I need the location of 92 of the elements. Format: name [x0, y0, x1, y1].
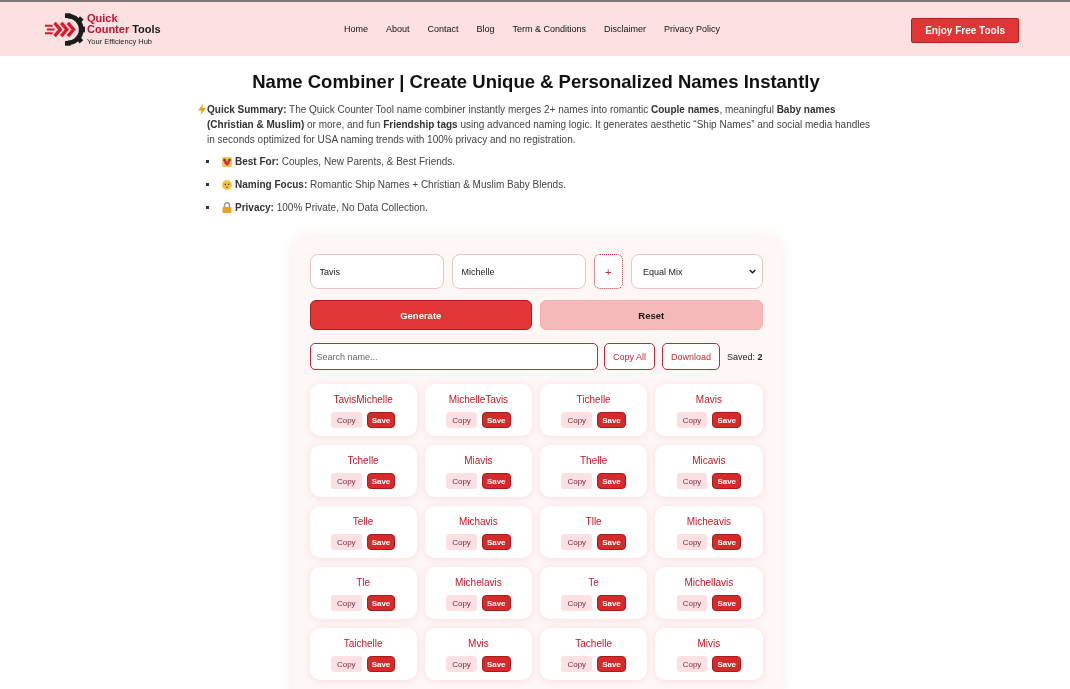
- copy-button[interactable]: Copy: [330, 534, 362, 550]
- mix-select[interactable]: Equal Mix: [630, 254, 763, 289]
- copy-button[interactable]: Copy: [676, 412, 708, 428]
- result-name: MichelleTavis: [448, 394, 509, 406]
- copy-button[interactable]: Copy: [330, 473, 362, 489]
- result-name: Miavis: [464, 455, 493, 467]
- save-button[interactable]: Save: [481, 595, 511, 611]
- result-name: Thelle: [580, 455, 608, 467]
- bullet-icon: [206, 160, 209, 163]
- brand-name: Quick Counter Tools: [87, 12, 161, 36]
- result-name: Taichelle: [343, 638, 383, 650]
- copy-button[interactable]: Copy: [446, 473, 477, 489]
- save-button[interactable]: Save: [481, 656, 511, 672]
- copy-button[interactable]: Copy: [561, 534, 593, 550]
- nav-link[interactable]: Privacy Policy: [664, 24, 721, 34]
- save-button[interactable]: Save: [366, 534, 396, 550]
- saved-count: Saved: 2: [726, 351, 763, 362]
- summary-text: Quick Summary: The Quick Counter Tool name combiner instantly merges 2+ names into romantic Couple names, meaningful Baby names (Christian & Muslim) or more, and fun Friendship tags using advanced naming logic. It generates aesthetic “Ship Names” and social media handles in seconds optimized for USA naming trends with 100% privacy and no registration.: [207, 103, 872, 147]
- copy-button[interactable]: Copy: [676, 595, 708, 611]
- save-button[interactable]: Save: [597, 656, 626, 672]
- nav-link[interactable]: Disclaimer: [604, 24, 647, 34]
- result-name: Michellavis: [684, 577, 734, 589]
- name-input[interactable]: Tavis: [309, 254, 444, 289]
- copy-button[interactable]: Copy: [330, 656, 362, 672]
- bullet-icon: [206, 183, 209, 186]
- copy-button[interactable]: Copy: [561, 656, 593, 672]
- copy-button[interactable]: Copy: [330, 412, 362, 428]
- result-name: Te: [588, 577, 599, 589]
- result-name: Micavis: [692, 455, 726, 467]
- result-name: Tchelle: [347, 455, 379, 467]
- name-input[interactable]: Michelle: [451, 254, 586, 289]
- copy-button[interactable]: Copy: [561, 595, 593, 611]
- save-button[interactable]: Save: [597, 595, 626, 611]
- nav-link[interactable]: About: [385, 24, 410, 34]
- generate-button[interactable]: Generate: [309, 300, 532, 330]
- copy-button[interactable]: Copy: [446, 656, 477, 672]
- copy-button[interactable]: Copy: [561, 473, 593, 489]
- save-button[interactable]: Save: [712, 656, 742, 672]
- copy-button[interactable]: Copy: [676, 534, 708, 550]
- copy-button[interactable]: Copy: [446, 534, 477, 550]
- result-name: Telle: [352, 516, 374, 528]
- nav-link[interactable]: Contact: [427, 24, 459, 34]
- add-name-button[interactable]: +: [593, 254, 623, 289]
- nav-link[interactable]: Blog: [476, 24, 495, 34]
- logo-icon: [45, 12, 85, 46]
- save-button[interactable]: Save: [481, 534, 511, 550]
- result-name: TavisMichelle: [333, 394, 393, 406]
- save-button[interactable]: Save: [481, 473, 511, 489]
- copy-all-button[interactable]: Copy All: [603, 343, 655, 370]
- reset-button[interactable]: Reset: [540, 300, 763, 330]
- search-field[interactable]: Search name...: [309, 343, 598, 370]
- cta-button[interactable]: Enjoy Free Tools: [911, 17, 1019, 43]
- save-button[interactable]: Save: [366, 656, 396, 672]
- face-icon: [222, 179, 232, 190]
- save-button[interactable]: Save: [712, 473, 742, 489]
- save-button[interactable]: Save: [597, 412, 626, 428]
- nav-link[interactable]: Term & Conditions: [512, 24, 587, 34]
- save-button[interactable]: Save: [366, 412, 396, 428]
- highlight-text: Privacy: 100% Private, No Data Collection.: [235, 202, 428, 213]
- result-name: Michelavis: [455, 577, 502, 589]
- chevron-down-icon: [748, 269, 756, 274]
- nav-link[interactable]: Home: [343, 24, 368, 34]
- highlight-text: Best For: Couples, New Parents, & Best Friends.: [235, 156, 456, 167]
- save-button[interactable]: Save: [712, 595, 742, 611]
- save-button[interactable]: Save: [712, 534, 742, 550]
- copy-button[interactable]: Copy: [561, 412, 593, 428]
- page-title: Name Combiner | Create Unique & Personalized Names Instantly: [251, 71, 821, 93]
- bullet-icon: [206, 206, 209, 209]
- save-button[interactable]: Save: [366, 595, 396, 611]
- save-button[interactable]: Save: [597, 473, 626, 489]
- result-name: Tichelle: [576, 394, 611, 406]
- lock-icon: [222, 202, 232, 213]
- result-name: Tlle: [585, 516, 602, 528]
- result-name: Mavis: [695, 394, 722, 406]
- result-name: Michavis: [458, 516, 498, 528]
- result-name: Micheavis: [686, 516, 732, 528]
- copy-button[interactable]: Copy: [446, 595, 477, 611]
- copy-button[interactable]: Copy: [330, 595, 362, 611]
- result-name: Mivis: [697, 638, 721, 650]
- save-button[interactable]: Save: [366, 473, 396, 489]
- save-button[interactable]: Save: [597, 534, 626, 550]
- result-name: Mvis: [468, 638, 489, 650]
- save-button[interactable]: Save: [481, 412, 511, 428]
- download-button[interactable]: Download: [661, 343, 720, 370]
- result-name: Tachelle: [575, 638, 612, 650]
- copy-button[interactable]: Copy: [676, 473, 708, 489]
- copy-button[interactable]: Copy: [676, 656, 708, 672]
- copy-button[interactable]: Copy: [446, 412, 477, 428]
- save-button[interactable]: Save: [712, 412, 742, 428]
- result-name: Tle: [356, 577, 371, 589]
- lightning-icon: [198, 104, 206, 115]
- highlight-text: Naming Focus: Romantic Ship Names + Christian & Muslim Baby Blends.: [235, 179, 566, 190]
